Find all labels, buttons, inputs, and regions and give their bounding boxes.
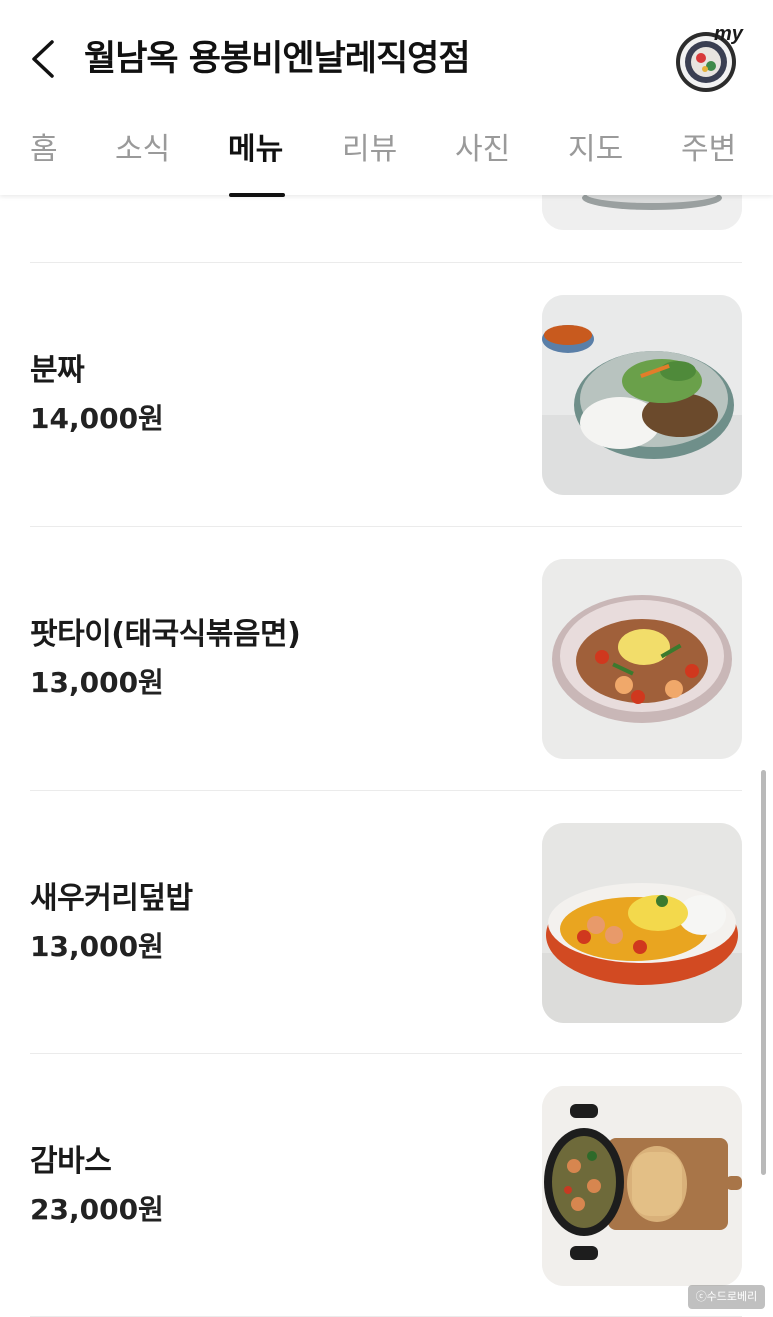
menu-item-price: 23,000원 [30, 1193, 164, 1226]
menu-item-name: 팟타이(태국식볶음면) [30, 617, 301, 652]
chevron-left-icon [32, 40, 54, 78]
tab-bar: 홈 소식 메뉴 리뷰 사진 지도 주변 [0, 120, 773, 197]
menu-item-price: 13,000원 [30, 930, 164, 963]
menu-item-name: 새우커리덮밥 [30, 881, 193, 916]
menu-item-price: 13,000원 [30, 666, 164, 699]
active-tab-indicator [229, 193, 285, 197]
gambas-image[interactable] [542, 1086, 742, 1286]
menu-item-name: 분짜 [30, 353, 85, 388]
my-badge: my [714, 24, 744, 45]
menu-item-pad-thai[interactable]: 팟타이(태국식볶음면) 13,000원 [30, 527, 742, 791]
tab-map[interactable]: 지도 [568, 128, 623, 172]
menu-list: 분짜 14,000원 팟타이(태국식볶음면) 13,000원 새우커리덮밥 13… [0, 0, 773, 1317]
pad-thai-image[interactable] [542, 559, 742, 759]
tab-news[interactable]: 소식 [115, 128, 170, 172]
menu-item-bun-cha[interactable]: 분짜 14,000원 [30, 263, 742, 527]
page-title: 월남옥 용봉비엔날레직영점 [84, 39, 471, 79]
watermark: ⓒ수드로베리 [688, 1285, 765, 1309]
top-header: 월남옥 용봉비엔날레직영점 my 홈 소식 메뉴 리뷰 사진 지도 주변 [0, 0, 773, 197]
menu-item-price: 14,000원 [30, 402, 164, 435]
my-profile-button[interactable]: my [674, 23, 750, 94]
menu-item-gambas[interactable]: 감바스 23,000원 [30, 1054, 742, 1317]
tab-home[interactable]: 홈 [30, 128, 58, 172]
tab-menu[interactable]: 메뉴 [228, 128, 283, 172]
tab-review[interactable]: 리뷰 [342, 128, 397, 172]
scrollbar[interactable] [761, 770, 766, 1175]
back-button[interactable] [22, 34, 66, 84]
tab-nearby[interactable]: 주변 [681, 128, 736, 172]
bun-cha-image[interactable] [542, 295, 742, 495]
menu-item-name: 감바스 [30, 1144, 112, 1179]
avatar: my [676, 23, 744, 92]
shrimp-curry-rice-image[interactable] [542, 823, 742, 1023]
tab-photo[interactable]: 사진 [455, 128, 510, 172]
menu-item-shrimp-curry-rice[interactable]: 새우커리덮밥 13,000원 [30, 791, 742, 1055]
